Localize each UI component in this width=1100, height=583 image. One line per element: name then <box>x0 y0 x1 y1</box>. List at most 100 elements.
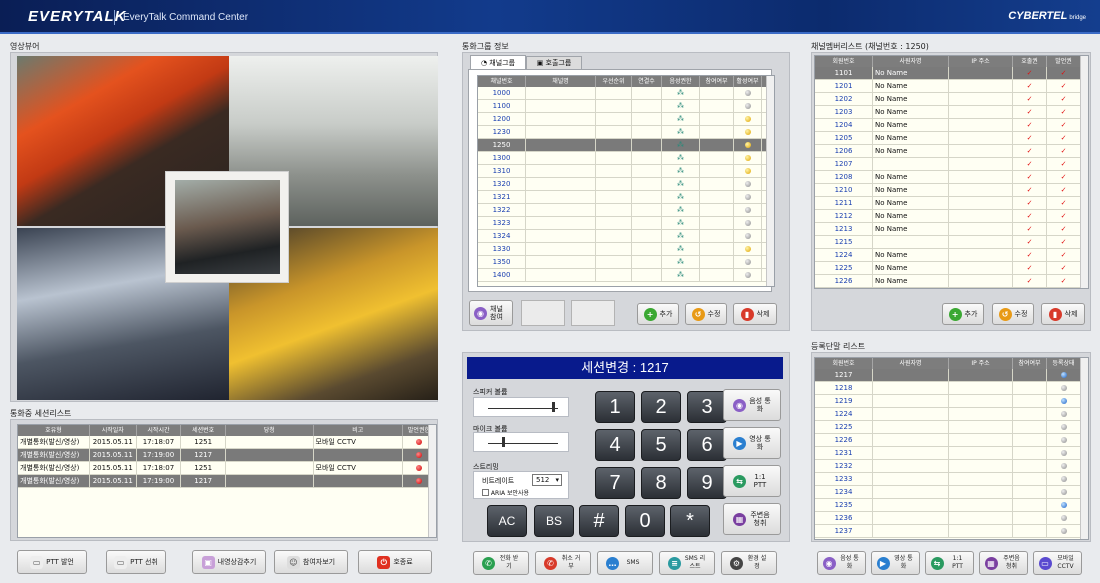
channel-add-button[interactable]: + 추가 <box>637 303 679 325</box>
dial-side-button-3[interactable]: ▦ 주변음 청취 <box>723 503 781 535</box>
channel-row[interactable]: 1300 ⁂ <box>478 152 774 165</box>
members-scrollbar[interactable] <box>1080 56 1088 288</box>
keypad-key-2-bottom[interactable]: # <box>579 505 619 537</box>
group-col-1[interactable]: 채널명 <box>526 76 596 87</box>
bitrate-select[interactable]: 512 ▾ <box>532 474 562 486</box>
channel-row[interactable]: 1350 ⁂ <box>478 256 774 269</box>
terminal-row[interactable]: 1233 <box>815 473 1088 486</box>
sessions-col-0[interactable]: 호유형 <box>18 425 90 436</box>
group-col-0[interactable]: 채널번호 <box>478 76 526 87</box>
channel-edit-button[interactable]: ↺ 수정 <box>685 303 727 325</box>
mid-action-button-1[interactable]: ✆ 취소 거부 <box>535 551 591 575</box>
terminal-row[interactable]: 1231 <box>815 447 1088 460</box>
speaker-slider-handle[interactable] <box>552 402 555 412</box>
right-action-button-3[interactable]: ▦ 주변음 청취 <box>979 551 1028 575</box>
group-col-3[interactable]: 연결수 <box>632 76 662 87</box>
terminal-row[interactable]: 1237 <box>815 525 1088 538</box>
channel-row[interactable]: 1324 ⁂ <box>478 230 774 243</box>
terminal-row[interactable]: 1235 <box>815 499 1088 512</box>
members-col-4[interactable]: 발언권 <box>1047 56 1081 67</box>
sessions-col-3[interactable]: 세션번호 <box>181 425 227 436</box>
terminals-col-0[interactable]: 회원번호 <box>815 358 873 369</box>
member-row[interactable]: 1202 No Name ✓ ✓ <box>815 93 1088 106</box>
channel-row[interactable]: 1100 ⁂ <box>478 100 774 113</box>
member-row[interactable]: 1226 No Name ✓ ✓ <box>815 275 1088 288</box>
sessions-col-2[interactable]: 시작시간 <box>137 425 182 436</box>
terminal-row[interactable]: 1217 <box>815 369 1088 382</box>
group-col-6[interactable]: 활성여부 <box>734 76 762 87</box>
channel-row[interactable]: 1230 ⁂ <box>478 126 774 139</box>
keypad-key-5[interactable]: 5 <box>641 429 681 461</box>
mic-slider-handle[interactable] <box>502 437 505 447</box>
channel-row[interactable]: 1320 ⁂ <box>478 178 774 191</box>
left-action-button-1[interactable]: ▭ PTT 선취 <box>106 550 166 574</box>
dial-side-button-0[interactable]: ◉ 음성 통화 <box>723 389 781 421</box>
member-row[interactable]: 1224 No Name ✓ ✓ <box>815 249 1088 262</box>
member-row[interactable]: 1210 No Name ✓ ✓ <box>815 184 1088 197</box>
keypad-key-6[interactable]: 6 <box>687 429 727 461</box>
video-feed-self[interactable] <box>165 171 289 283</box>
member-row[interactable]: 1215 ✓ ✓ <box>815 236 1088 249</box>
terminal-row[interactable]: 1224 <box>815 408 1088 421</box>
channel-row[interactable]: 1321 ⁂ <box>478 191 774 204</box>
channel-delete-button[interactable]: ▮ 삭제 <box>733 303 777 325</box>
channel-row[interactable]: 1330 ⁂ <box>478 243 774 256</box>
terminal-row[interactable]: 1219 <box>815 395 1088 408</box>
channel-row[interactable]: 1200 ⁂ <box>478 113 774 126</box>
right-action-button-1[interactable]: ▶ 영상 통화 <box>871 551 920 575</box>
keypad-key-4-bottom[interactable]: * <box>670 505 710 537</box>
left-action-button-4[interactable]: ⏻ 호종료 <box>358 550 432 574</box>
members-col-1[interactable]: 사원자명 <box>873 56 949 67</box>
keypad-key-1[interactable]: 1 <box>595 391 635 423</box>
terminal-row[interactable]: 1218 <box>815 382 1088 395</box>
channel-join-button[interactable]: ◉ 채널 참여 <box>469 300 513 326</box>
terminal-row[interactable]: 1234 <box>815 486 1088 499</box>
members-col-2[interactable]: IP 주소 <box>949 56 1013 67</box>
channel-row[interactable]: 1323 ⁂ <box>478 217 774 230</box>
mid-action-button-3[interactable]: ≡ SMS 리스트 <box>659 551 715 575</box>
terminal-scrollbar[interactable] <box>1080 358 1088 539</box>
channel-row[interactable]: 1310 ⁂ <box>478 165 774 178</box>
mid-action-button-0[interactable]: ✆ 전화 받기 <box>473 551 529 575</box>
member-row[interactable]: 1101 No Name ✓ ✓ <box>815 67 1088 80</box>
dial-side-button-2[interactable]: ⇆ 1:1 PTT <box>723 465 781 497</box>
mid-action-button-4[interactable]: ⚙ 환경 설정 <box>721 551 777 575</box>
terminal-row[interactable]: 1225 <box>815 421 1088 434</box>
session-row[interactable]: 개별통화(발신/영상) 2015.05.11 17:18:07 1251 모바일 CCT… <box>18 462 436 475</box>
group-col-2[interactable]: 우선순위 <box>596 76 632 87</box>
member-row[interactable]: 1201 No Name ✓ ✓ <box>815 80 1088 93</box>
dial-side-button-1[interactable]: ▶ 영상 통화 <box>723 427 781 459</box>
channel-row[interactable]: 1000 ⁂ <box>478 87 774 100</box>
sessions-col-1[interactable]: 시작일자 <box>90 425 137 436</box>
keypad-key-8[interactable]: 8 <box>641 467 681 499</box>
right-action-button-0[interactable]: ◉ 음성 통화 <box>817 551 866 575</box>
channel-row[interactable]: 1400 ⁂ <box>478 269 774 282</box>
terminal-row[interactable]: 1236 <box>815 512 1088 525</box>
member-row[interactable]: 1203 No Name ✓ ✓ <box>815 106 1088 119</box>
terminal-row[interactable]: 1226 <box>815 434 1088 447</box>
tab-call-group[interactable]: ▣ 호출그룹 <box>526 56 582 70</box>
member-row[interactable]: 1213 No Name ✓ ✓ <box>815 223 1088 236</box>
terminals-col-1[interactable]: 사원자명 <box>873 358 949 369</box>
group-col-5[interactable]: 참여여부 <box>700 76 734 87</box>
keypad-key-9[interactable]: 9 <box>687 467 727 499</box>
keypad-key-1-bottom[interactable]: BS <box>534 505 574 537</box>
members-col-3[interactable]: 호출권 <box>1013 56 1047 67</box>
mid-action-button-2[interactable]: … SMS <box>597 551 653 575</box>
terminals-col-4[interactable]: 등록상태 <box>1047 358 1081 369</box>
right-action-button-4[interactable]: ▭ 모바일 CCTV <box>1033 551 1082 575</box>
member-add-button[interactable]: + 추가 <box>942 303 984 325</box>
channel-row[interactable]: 1322 ⁂ <box>478 204 774 217</box>
aria-checkbox[interactable] <box>482 489 489 496</box>
member-row[interactable]: 1207 ✓ ✓ <box>815 158 1088 171</box>
keypad-key-4[interactable]: 4 <box>595 429 635 461</box>
keypad-key-2[interactable]: 2 <box>641 391 681 423</box>
session-row[interactable]: 개별통화(발신/영상) 2015.05.11 17:19:00 1217 <box>18 449 436 462</box>
terminal-row[interactable]: 1232 <box>815 460 1088 473</box>
right-action-button-2[interactable]: ⇆ 1:1 PTT <box>925 551 974 575</box>
group-col-4[interactable]: 음성권한 <box>662 76 700 87</box>
tab-channel-group[interactable]: ◔ 채널그룹 <box>470 55 526 70</box>
sessions-col-5[interactable]: 비고 <box>314 425 403 436</box>
terminals-col-2[interactable]: IP 주소 <box>949 358 1013 369</box>
left-action-button-0[interactable]: ▭ PTT 발언 <box>17 550 87 574</box>
